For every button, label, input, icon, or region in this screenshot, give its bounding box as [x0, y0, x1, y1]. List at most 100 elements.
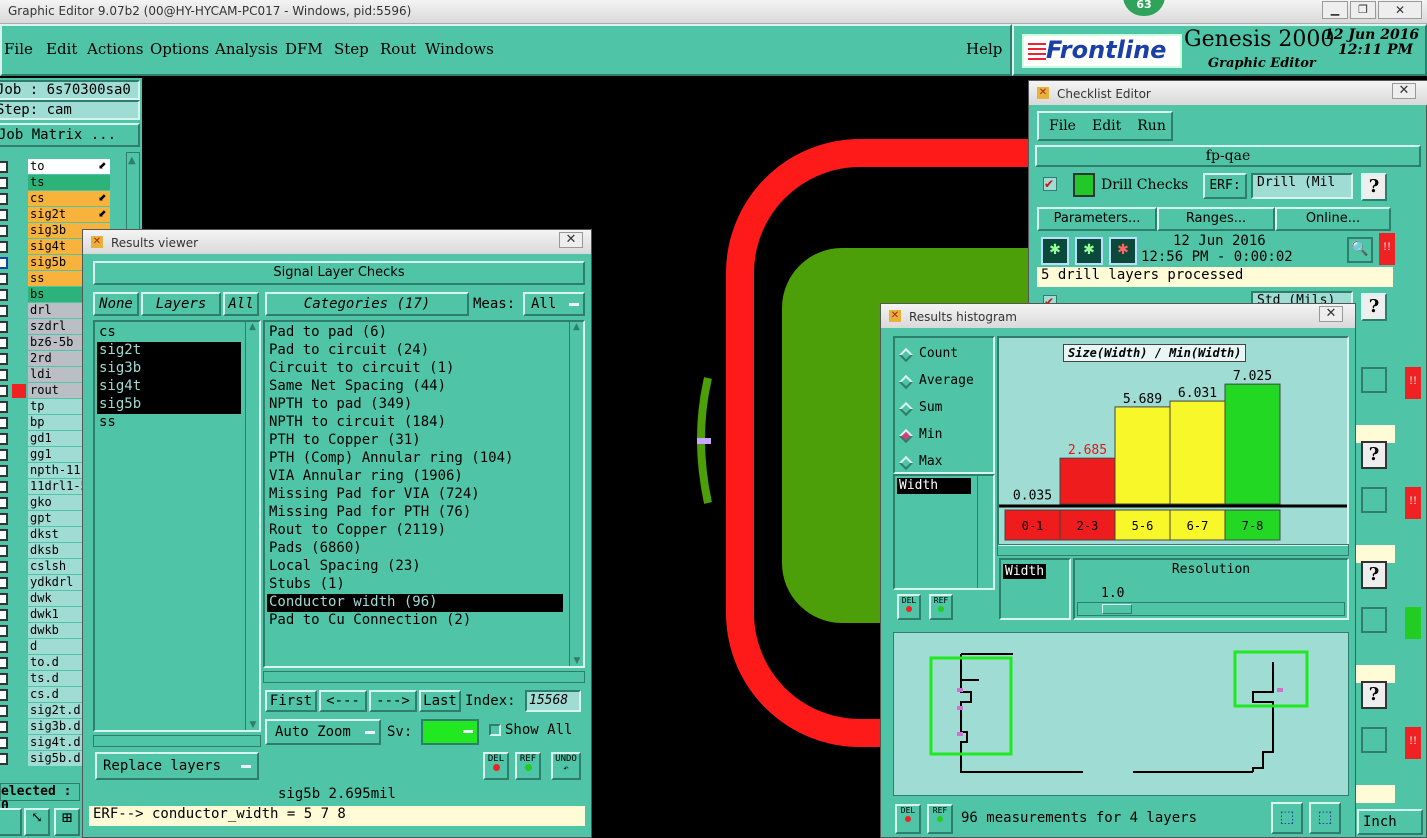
tool-icon[interactable]	[0, 808, 22, 836]
notification-badge[interactable]: 63	[1123, 0, 1165, 16]
histogram-preview[interactable]	[893, 632, 1349, 796]
menu-help[interactable]: Help	[966, 40, 1002, 58]
rv-category-item[interactable]: Missing Pad for PTH (76)	[267, 504, 563, 522]
rv-replace-layers-select[interactable]: Replace layers	[95, 752, 259, 780]
layer-checkbox[interactable]	[0, 161, 8, 173]
checklist-menu-file[interactable]: File	[1049, 113, 1076, 139]
rv-first-button[interactable]: First	[265, 690, 317, 712]
rv-sv-color-select[interactable]	[421, 719, 479, 745]
check-help-icon[interactable]: ?	[1361, 561, 1387, 589]
histogram-meas-item[interactable]: Width	[897, 478, 971, 494]
check-ok-icon[interactable]	[1405, 607, 1421, 639]
layer-checkbox[interactable]	[0, 321, 8, 333]
zoom-to-result-icon[interactable]: ⬚	[1271, 802, 1303, 834]
resolution-slider[interactable]	[1077, 602, 1345, 616]
rv-category-item[interactable]: Rout to Copper (2119)	[267, 522, 563, 540]
histogram-mode-min[interactable]: Min	[898, 427, 993, 447]
rv-layer-item[interactable]: sig3b	[97, 360, 241, 378]
layer-checkbox[interactable]	[0, 177, 8, 189]
rv-last-button[interactable]: Last	[419, 690, 461, 712]
layer-row[interactable]: sig2t ⬋	[0, 207, 128, 222]
rv-category-item[interactable]: Pad to Cu Connection (2)	[267, 612, 563, 630]
histogram-bar[interactable]	[1005, 503, 1060, 504]
check-status-icon[interactable]	[1361, 487, 1387, 513]
check-alert-icon[interactable]: !!	[1405, 367, 1421, 399]
rv-category-item[interactable]: PTH (Comp) Annular ring (104)	[267, 450, 563, 468]
layer-checkbox[interactable]	[0, 209, 8, 221]
radio-diamond-icon[interactable]	[898, 374, 914, 390]
rv-category-item[interactable]: PTH to Copper (31)	[267, 432, 563, 450]
check-help-icon[interactable]: ?	[1361, 441, 1387, 469]
parameters-button[interactable]: Parameters...	[1037, 207, 1157, 231]
check-status-icon[interactable]	[1361, 607, 1387, 633]
rv-layer-item[interactable]: sig5b	[97, 396, 241, 414]
layer-checkbox[interactable]	[0, 273, 8, 285]
histogram-bar[interactable]	[1224, 383, 1281, 505]
grid-icon[interactable]: ⊞	[54, 808, 80, 836]
menu-windows[interactable]: Windows	[425, 40, 494, 58]
histogram-meas-scrollbar[interactable]	[977, 476, 989, 588]
menu-rout[interactable]: Rout	[380, 40, 416, 58]
resolution-slider-thumb[interactable]	[1102, 604, 1132, 614]
rv-layer-item[interactable]: ss	[97, 414, 241, 432]
radio-diamond-icon[interactable]	[898, 401, 914, 417]
rv-meas-select[interactable]: All	[523, 292, 585, 316]
alert-icon[interactable]: !!	[1379, 233, 1395, 265]
check-alert-icon[interactable]: !!	[1405, 727, 1421, 759]
rv-layer-item[interactable]: cs	[97, 324, 241, 342]
histogram-footer-del-button[interactable]: DEL	[895, 804, 921, 834]
unit-button[interactable]: Inch	[1357, 809, 1423, 835]
check-help-icon[interactable]: ?	[1361, 681, 1387, 709]
layer-checkbox[interactable]	[0, 657, 8, 669]
minimize-button[interactable]: ▁	[1322, 1, 1348, 19]
rv-category-item[interactable]: Conductor width (96)	[267, 594, 563, 612]
layer-checkbox[interactable]	[0, 289, 8, 301]
measure-icon[interactable]: ⤡	[24, 808, 50, 836]
rv-category-item[interactable]: VIA Annular ring (1906)	[267, 468, 563, 486]
menu-step[interactable]: Step	[334, 40, 369, 58]
rv-undo-button[interactable]: UNDO ↶	[551, 752, 581, 780]
rv-layer-scrollbar[interactable]: ▲ ▼	[245, 322, 259, 730]
rv-category-item[interactable]: NPTH to circuit (184)	[267, 414, 563, 432]
rv-prev-button[interactable]: <---	[319, 690, 367, 712]
zoom-fit-icon[interactable]: ⬚	[1309, 802, 1341, 834]
rv-none-button[interactable]: None	[93, 292, 139, 316]
layer-checkbox[interactable]	[0, 481, 8, 493]
layer-checkbox[interactable]	[0, 641, 8, 653]
check-help-button[interactable]: ?	[1361, 173, 1387, 201]
menu-actions[interactable]: Actions	[87, 40, 143, 58]
layer-checkbox[interactable]	[0, 305, 8, 317]
radio-diamond-icon[interactable]	[898, 347, 914, 363]
layer-checkbox[interactable]	[0, 753, 8, 765]
histogram-bar[interactable]	[1114, 406, 1171, 505]
layer-checkbox[interactable]	[0, 257, 8, 269]
rv-category-hscroll[interactable]	[263, 671, 585, 683]
layer-checkbox[interactable]	[0, 449, 8, 461]
maximize-button[interactable]: ❐	[1350, 1, 1376, 19]
rv-layer-hscroll[interactable]	[93, 735, 261, 747]
histogram-bar[interactable]	[1169, 400, 1226, 505]
menu-edit[interactable]: Edit	[46, 40, 77, 58]
run-check-alt-icon[interactable]: ✱	[1075, 237, 1103, 265]
histogram-close-button[interactable]: ✕	[1319, 306, 1343, 322]
zoom-icon[interactable]: 🔍	[1347, 237, 1373, 263]
rv-layer-item[interactable]: sig2t	[97, 342, 241, 360]
rv-layers-button[interactable]: Layers	[141, 292, 221, 316]
rv-show-all-checkbox[interactable]	[489, 724, 501, 736]
layer-checkbox[interactable]	[0, 497, 8, 509]
layer-checkbox[interactable]	[0, 513, 8, 525]
rv-category-item[interactable]: Local Spacing (23)	[267, 558, 563, 576]
rv-category-item[interactable]: Pad to pad (6)	[267, 324, 563, 342]
rv-category-item[interactable]: Circuit to circuit (1)	[267, 360, 563, 378]
rv-all-button[interactable]: All	[223, 292, 259, 316]
layer-checkbox[interactable]	[0, 721, 8, 733]
layer-checkbox[interactable]	[0, 225, 8, 237]
menu-analysis[interactable]: Analysis	[215, 40, 278, 58]
ranges-button[interactable]: Ranges...	[1157, 207, 1275, 231]
checklist-menu-run[interactable]: Run	[1137, 113, 1166, 139]
histogram-footer-ref-button[interactable]: REF	[927, 804, 953, 834]
rv-category-item[interactable]: Stubs (1)	[267, 576, 563, 594]
check-status-icon[interactable]	[1361, 727, 1387, 753]
layer-checkbox[interactable]	[0, 417, 8, 429]
rv-category-scrollbar[interactable]: ▲ ▼	[569, 322, 583, 666]
